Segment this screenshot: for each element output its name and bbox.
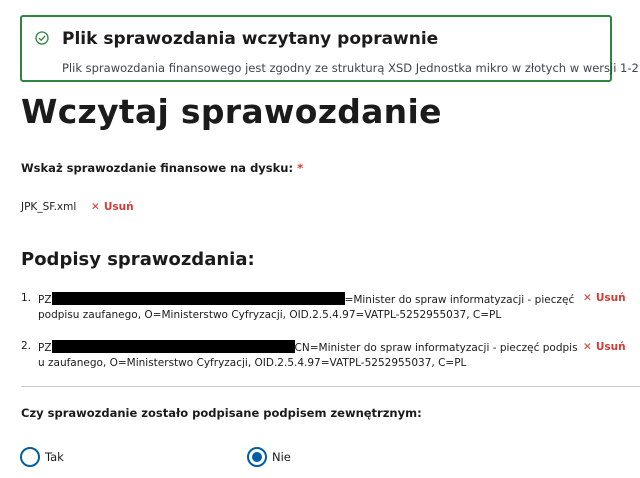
signature-line-1: PZ CN=Minister do spraw informatyzacji - … [38, 340, 578, 354]
signature-line1-suffix: CN=Minister do spraw informatyzacji - pi… [294, 342, 578, 354]
remove-signature-label: Usuń [595, 341, 626, 353]
upload-label: Wskaż sprawozdanie finansowe na dysku: * [21, 161, 303, 175]
radio-label-nie: Nie [272, 450, 291, 464]
signature-line-1: PZ =Minister do spraw informatyzacji - pi… [38, 292, 574, 306]
remove-signature-button[interactable]: ✕ Usuń [583, 292, 626, 304]
remove-file-button[interactable]: ✕ Usuń [91, 201, 134, 213]
radio-circle-selected[interactable] [247, 447, 267, 467]
required-mark: * [297, 161, 304, 175]
radio-label-tak: Tak [45, 450, 64, 464]
close-icon: ✕ [91, 201, 100, 213]
signature-prefix: PZ [38, 294, 52, 306]
alert-message: Plik sprawozdania finansowego jest zgodn… [62, 61, 640, 75]
signatures-title: Podpisy sprawozdania: [21, 249, 255, 270]
radio-option-nie[interactable]: Nie [247, 447, 307, 467]
uploaded-file-name: JPK_SF.xml [21, 201, 77, 213]
success-alert: Plik sprawozdania wczytany poprawnie Pli… [20, 15, 640, 82]
radio-option-tak[interactable]: Tak [20, 447, 80, 467]
signature-line1-suffix: =Minister do spraw informatyzacji - piec… [344, 294, 575, 306]
signature-line-2: u zaufanego, O=Ministerstwo Cyfryzacji, … [38, 357, 467, 369]
section-divider [21, 386, 640, 387]
radio-circle[interactable] [20, 447, 40, 467]
redacted-block [51, 340, 295, 353]
close-icon: ✕ [583, 341, 592, 353]
redacted-block [51, 292, 345, 305]
signature-line-2: podpisu zaufanego, O=Ministerstwo Cyfryz… [38, 309, 502, 321]
signature-number: 2. [21, 340, 32, 352]
check-circle-icon [35, 31, 49, 45]
close-icon: ✕ [583, 292, 592, 304]
page-title: Wczytaj sprawozdanie [21, 92, 442, 131]
upload-label-text: Wskaż sprawozdanie finansowe na dysku: [21, 161, 294, 175]
alert-title: Plik sprawozdania wczytany poprawnie [62, 29, 439, 49]
remove-signature-label: Usuń [595, 292, 626, 304]
signature-prefix: PZ [38, 342, 52, 354]
remove-file-label: Usuń [103, 201, 134, 213]
remove-signature-button[interactable]: ✕ Usuń [583, 341, 626, 353]
signature-number: 1. [21, 292, 32, 304]
external-signature-question: Czy sprawozdanie zostało podpisane podpi… [21, 406, 422, 420]
